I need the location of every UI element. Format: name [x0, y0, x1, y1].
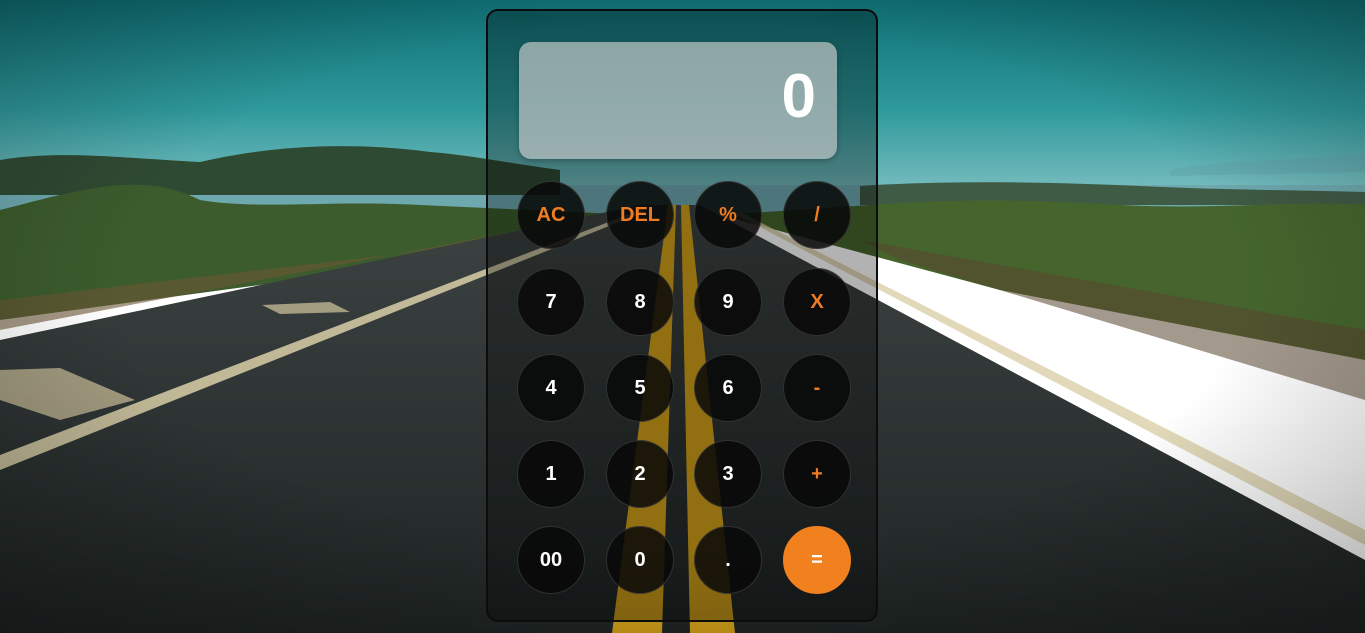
subtract-button[interactable]: -: [783, 354, 851, 422]
calculator-display: 0: [519, 42, 837, 159]
digit-2-button[interactable]: 2: [606, 440, 674, 508]
percent-button[interactable]: %: [694, 181, 762, 249]
digit-6-button[interactable]: 6: [694, 354, 762, 422]
digit-4-button[interactable]: 4: [517, 354, 585, 422]
decimal-point-button[interactable]: .: [694, 526, 762, 594]
digit-1-button[interactable]: 1: [517, 440, 585, 508]
delete-button[interactable]: DEL: [606, 181, 674, 249]
digit-7-button[interactable]: 7: [517, 268, 585, 336]
double-zero-button[interactable]: 00: [517, 526, 585, 594]
digit-5-button[interactable]: 5: [606, 354, 674, 422]
digit-9-button[interactable]: 9: [694, 268, 762, 336]
digit-8-button[interactable]: 8: [606, 268, 674, 336]
digit-0-button[interactable]: 0: [606, 526, 674, 594]
equals-button[interactable]: =: [783, 526, 851, 594]
all-clear-button[interactable]: AC: [517, 181, 585, 249]
display-value: 0: [781, 62, 817, 131]
divide-button[interactable]: /: [783, 181, 851, 249]
calculator-panel: 0 AC DEL % / 7 8 9 X 4 5 6 - 1 2 3 + 00 …: [486, 9, 878, 622]
digit-3-button[interactable]: 3: [694, 440, 762, 508]
multiply-button[interactable]: X: [783, 268, 851, 336]
add-button[interactable]: +: [783, 440, 851, 508]
